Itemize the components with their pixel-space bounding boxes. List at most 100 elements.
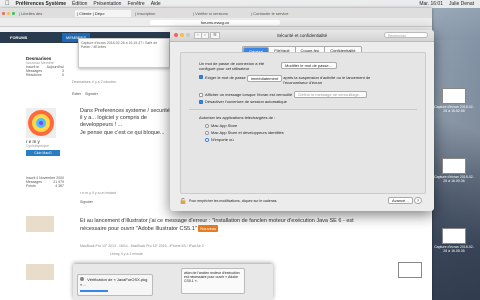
edit-link[interactable]: Éditer [72, 92, 81, 96]
club-badge: Club MacG [26, 150, 60, 156]
apple-menu-icon[interactable]:  [5, 1, 10, 7]
notification-text: Capture d'écran 2018-02-26 à 16.15.37 / … [81, 41, 158, 49]
new-badge: Nouveau [198, 225, 219, 232]
screenshot-thumbnail [442, 88, 466, 104]
screenshot-thumbnail [442, 228, 466, 244]
menu-bar:  Préférences Système Édition Présentati… [0, 0, 480, 8]
post-author-card: r e m y Cyclothymique Club MacG [26, 108, 70, 156]
report-link[interactable]: Signaler [80, 200, 93, 204]
user-stat: Réactions 0 [26, 73, 64, 77]
package-icon [80, 277, 84, 281]
zoom-window-icon[interactable] [12, 11, 15, 15]
disable-autologin-label: Désactiver l'ouverture de session automa… [205, 99, 287, 104]
avatar[interactable] [26, 264, 54, 280]
show-message-row: Afficher un message lorsque l'écran est … [199, 91, 367, 98]
user-role: Cyclothymique [26, 144, 49, 148]
prefs-content: Un mot de passe de connexion a été confi… [180, 52, 426, 194]
lock-icon[interactable] [180, 198, 186, 204]
post-text: Et au lancement d'illustrator j'ai ce me… [80, 218, 354, 232]
disable-autologin-checkbox[interactable] [199, 99, 203, 104]
desktop-file-label: Capture d'écran 2018-02-26 à 16.00.36 [434, 175, 474, 183]
help-icon[interactable]: ? [414, 197, 422, 204]
verification-dialog: Vérification de « JavaForOSX.pkg »… [77, 274, 153, 296]
security-preferences-window: ‹ › ☷ Sécurité et confidentialité Recher… [170, 30, 434, 211]
close-window-icon[interactable] [2, 11, 5, 15]
allow-option-radio[interactable] [205, 123, 209, 128]
post-text: Je pense que c'est ce qui bloque... [80, 130, 165, 136]
post-author-card: Desmarises Nouveau Membre Inscrit le Aujo… [26, 56, 70, 77]
browser-tab[interactable]: | Inscription [133, 10, 189, 17]
url-field[interactable]: forums.macg.co [150, 19, 280, 25]
desktop-file[interactable]: Capture d'écran 2018-02-26 à 16.09.20 [390, 262, 430, 287]
post-text: Dans Preferences systeme / securité, il … [80, 108, 172, 128]
require-password-after: après la suspension d'activité ou le lan… [283, 75, 371, 85]
allow-option-label: N'importe où [211, 137, 234, 142]
advanced-button[interactable]: Avancé… [388, 197, 414, 204]
browser-tab[interactable]: | Vérifier si versions [191, 10, 247, 17]
require-password-select[interactable]: immédiatement [246, 75, 283, 82]
allow-option-row: Mac App Store et développeurs identifiés [205, 130, 284, 135]
change-password-button[interactable]: Modifier le mot de passe… [281, 62, 337, 69]
allow-option-label: Mac App Store [211, 123, 238, 128]
avatar[interactable] [26, 216, 54, 232]
lock-text: Pour empêcher les modifications, cliquez… [189, 199, 278, 203]
divider [189, 109, 417, 110]
allow-option-row: Mac App Store [205, 123, 237, 128]
java-dialog-text: ation de l'anclen moteur d'exécution est… [184, 271, 240, 283]
allow-option-radio[interactable] [205, 137, 209, 142]
screenshot-thumbnail [442, 158, 466, 174]
change-password-button-row: Modifier le mot de passe… [281, 62, 337, 69]
allow-option-radio[interactable] [205, 130, 209, 135]
java-dialog: ation de l'anclen moteur d'exécution est… [181, 268, 245, 294]
browser-tab[interactable]: | Cliente | Dépo [75, 9, 131, 17]
screenshot-thumbnail [398, 262, 422, 278]
forum-logo[interactable]: FORUMS [10, 35, 27, 40]
disable-autologin-row: Désactiver l'ouverture de session automa… [199, 99, 287, 104]
allow-option-row: N'importe où [205, 137, 234, 142]
menu-clock[interactable]: Mar. 16:01 [419, 1, 443, 7]
search-input[interactable]: Rechercher [384, 32, 428, 38]
require-password-label: Exiger le mot de passe [205, 75, 246, 80]
menu-item-help[interactable]: Aide [151, 1, 161, 7]
menu-app-name[interactable]: Préférences Système [16, 1, 67, 7]
menu-item-edit[interactable]: Édition [72, 1, 87, 7]
post-actions: Signaler [80, 200, 93, 204]
browser-tab[interactable]: | Contacter le service [249, 10, 305, 17]
show-message-checkbox[interactable] [199, 92, 203, 97]
post-actions: Éditer Signaler [72, 92, 98, 96]
desktop-file-label: Capture d'écran 2018-02-26 à 16.09.20 [390, 279, 430, 287]
lock-footer: Pour empêcher les modifications, cliquez… [180, 198, 277, 204]
desktop-file[interactable]: Capture d'écran 2018-02-26 à 15.52.58 [434, 88, 474, 113]
post-author-stats: Inscrit 4 Novembre 2000 Messages 21 979 Po… [26, 176, 70, 188]
post-signature: MacBook Pro 13" 2013 - 16Go - MacBook Pr… [80, 244, 204, 248]
allow-option-label: Mac App Store et développeurs identifiés [211, 130, 284, 135]
menu-item-window[interactable]: Fenêtre [127, 1, 144, 7]
post-author-card [26, 216, 70, 232]
browser-tab[interactable]: | Libellés des [17, 10, 73, 17]
desktop-file[interactable]: Capture d'écran 2018-02-26 à 16.05.35 [434, 228, 474, 253]
tab-bar: | Libellés des | Cliente | Dépo | Inscri… [0, 8, 432, 18]
post-meta: Desmarises, il y a 2 minutes [72, 80, 116, 84]
verification-progress [80, 290, 108, 292]
desktop-file-label: Capture d'écran 2018-02-26 à 15.52.58 [434, 105, 474, 113]
require-password-checkbox[interactable] [199, 75, 203, 79]
report-link[interactable]: Signaler [85, 92, 98, 96]
verification-title: Vérification de « JavaForOSX.pkg »… [80, 277, 148, 287]
require-password-row: Exiger le mot de passe immédiatement apr… [199, 75, 419, 85]
window-titlebar: ‹ › ☷ Sécurité et confidentialité Recher… [170, 30, 434, 42]
desktop-file-label: Capture d'écran 2018-02-26 à 16.05.35 [434, 245, 474, 253]
desktop-file[interactable]: Capture d'écran 2018-02-26 à 16.00.36 [434, 158, 474, 183]
show-message-label: Afficher un message lorsque l'écran est … [205, 92, 293, 97]
menu-item-view[interactable]: Présentation [93, 1, 121, 7]
installer-verification-popup: Vérification de « JavaForOSX.pkg »… atio… [73, 264, 273, 300]
notification-popup[interactable]: Capture d'écran 2018-02-26 à 16.15.37 / … [78, 38, 170, 68]
avatar[interactable] [26, 108, 56, 138]
post-meta: r e m y, il y a un instant [80, 191, 116, 195]
post-author-card [26, 264, 70, 280]
define-message-button[interactable]: Définir le message de verrouillage… [294, 91, 367, 98]
post-meta: Lenny, il y a 1 minute [110, 252, 143, 256]
advanced-button-row: Avancé… ? [388, 197, 422, 204]
address-bar: forums.macg.co [0, 18, 432, 27]
minimize-window-icon[interactable] [7, 11, 10, 15]
menu-user[interactable]: Julie Denat [449, 1, 474, 7]
